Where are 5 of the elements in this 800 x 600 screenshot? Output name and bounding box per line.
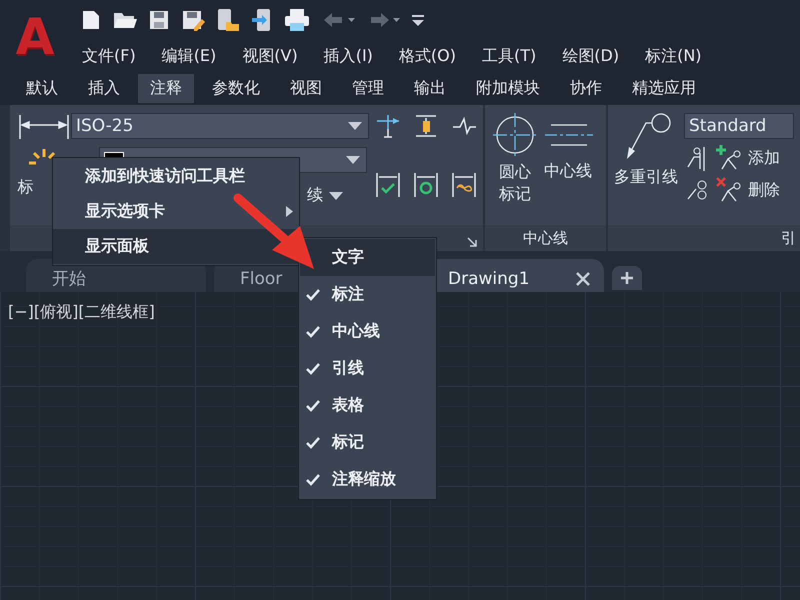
- tab-label: Floor: [240, 268, 282, 288]
- panel-title: 引: [781, 228, 796, 248]
- tab-label: Drawing1: [448, 268, 530, 288]
- tab-label: 开始: [52, 268, 86, 290]
- panel-title: 中心线: [523, 228, 568, 248]
